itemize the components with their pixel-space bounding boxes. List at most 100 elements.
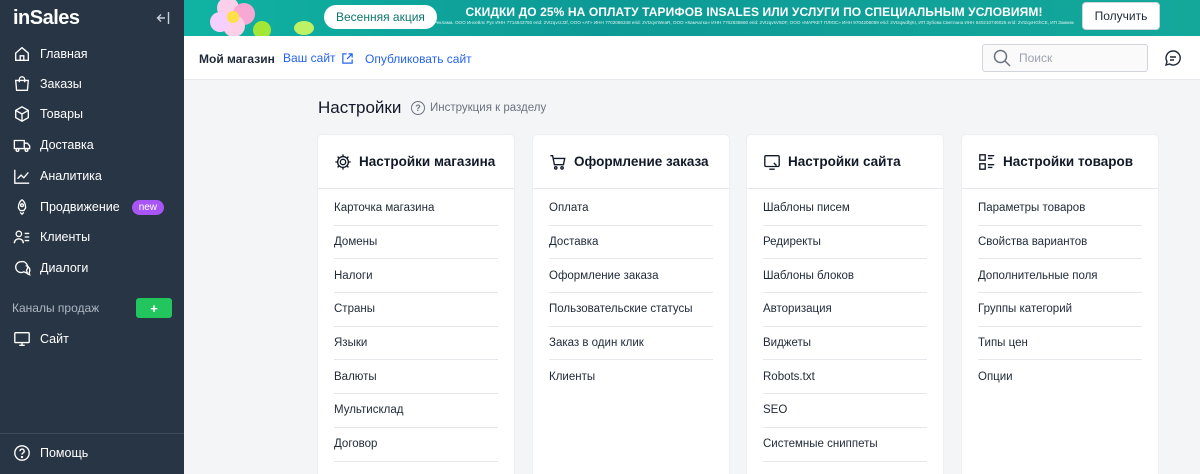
settings-link[interactable]: Мультисклад [334,394,498,428]
dialogs-icon [12,258,32,278]
top-bar: Мой магазин Ваш сайт Опубликовать сайт [184,36,1200,80]
card-title: Настройки товаров [1003,154,1134,169]
publish-site-link[interactable]: Опубликовать сайт [365,52,472,66]
sidebar-item-clients[interactable]: Клиенты [0,222,184,252]
page-title: Настройки [318,98,402,117]
analytics-chart-icon [12,166,32,186]
settings-link[interactable]: Виджеты [763,327,927,361]
sales-channels-label: Каналы продаж [12,301,100,315]
delivery-truck-icon [12,135,32,155]
site-monitor-icon [763,153,781,171]
instruction-label: Инструкция к разделу [430,102,547,114]
store-settings-card: Настройки магазина Карточка магазина Дом… [318,135,514,474]
sidebar: inSales Главная Заказы Товары Доставка А… [0,0,184,474]
settings-link[interactable]: Заказ в один клик [549,327,713,361]
settings-link[interactable]: Валюты [334,360,498,395]
search-input[interactable] [1019,51,1139,65]
orders-bag-icon [12,74,32,94]
chat-icon[interactable] [1164,49,1182,67]
sidebar-item-label: Заказы [40,77,82,91]
add-channel-button[interactable]: + [136,298,172,318]
sidebar-item-delivery[interactable]: Доставка [0,130,184,160]
new-badge: new [131,199,165,215]
sales-channels-header: Каналы продаж + [0,297,184,319]
settings-link[interactable]: Оплата [549,192,713,226]
banner-fine-print: Реклама. ООО Инсейлс Рус ИНН 7714843760 … [434,20,1074,25]
external-link-icon [341,52,353,64]
settings-link[interactable]: Карточка магазина [334,192,498,226]
search-icon [993,49,1011,67]
settings-link[interactable]: Страны [334,293,498,327]
sidebar-item-label: Главная [40,47,88,61]
settings-link[interactable]: Системные сниппеты [763,428,927,462]
your-site-label: Ваш сайт [283,51,336,65]
settings-link[interactable]: Авторизация [763,293,927,327]
settings-link[interactable]: Шаблоны блоков [763,259,927,294]
sidebar-item-label: Помощь [40,446,89,460]
card-header: Настройки сайта [747,135,943,189]
settings-link[interactable]: Оформление заказа [549,259,713,294]
flower-decoration-icon [210,0,271,36]
settings-link[interactable]: Параметры товаров [978,192,1142,226]
promo-banner[interactable]: Весенняя акция СКИДКИ ДО 25% НА ОПЛАТУ Т… [184,0,1200,36]
settings-link[interactable]: Доставка [549,226,713,260]
sidebar-item-home[interactable]: Главная [0,39,184,69]
products-box-icon [12,104,32,124]
sidebar-item-label: Клиенты [40,230,91,244]
get-offer-button[interactable]: Получить [1082,2,1160,30]
sidebar-item-site[interactable]: Сайт [0,324,184,354]
settings-link[interactable]: Группы категорий [978,293,1142,327]
collapse-sidebar-icon[interactable] [154,9,172,27]
card-title: Оформление заказа [574,154,709,169]
sidebar-item-products[interactable]: Товары [0,99,184,129]
monitor-icon [12,329,32,349]
sidebar-item-label: Сайт [40,332,69,346]
settings-link[interactable]: Типы цен [978,327,1142,361]
settings-link[interactable]: Редиректы [763,226,927,260]
settings-link[interactable]: Домены [334,226,498,260]
card-title: Настройки сайта [788,154,901,169]
sidebar-item-orders[interactable]: Заказы [0,69,184,99]
promotion-rocket-icon [12,197,32,217]
sidebar-header: inSales [0,0,184,36]
settings-link[interactable]: Дополнительные поля [978,259,1142,294]
your-site-link[interactable]: Ваш сайт [283,51,354,65]
shop-name[interactable]: Мой магазин [199,52,275,66]
sidebar-item-label: Доставка [40,138,94,152]
banner-title: СКИДКИ ДО 25% НА ОПЛАТУ ТАРИФОВ INSALES … [465,5,1043,19]
instruction-link[interactable]: ? Инструкция к разделу [411,101,546,115]
settings-link[interactable]: Пользовательские статусы [549,293,713,327]
logo[interactable]: inSales [13,7,80,30]
sidebar-item-analytics[interactable]: Аналитика [0,161,184,191]
leaf-decoration-icon [294,21,314,35]
sidebar-item-promotion[interactable]: Продвижение new [0,192,184,222]
sidebar-item-dialogs[interactable]: Диалоги [0,253,184,283]
settings-link[interactable]: Свойства вариантов [978,226,1142,260]
settings-link[interactable]: Клиенты [549,360,713,394]
settings-link[interactable]: Robots.txt [763,360,927,395]
sidebar-item-label: Аналитика [40,169,102,183]
sidebar-item-label: Товары [40,107,83,121]
question-icon: ? [411,101,425,115]
product-settings-card: Настройки товаров Параметры товаров Свой… [962,135,1158,474]
cart-icon [549,153,567,171]
help-icon [12,443,32,463]
card-header: Настройки магазина [318,135,514,189]
settings-link[interactable]: Опции [978,360,1142,394]
spring-promo-button[interactable]: Весенняя акция [324,5,437,29]
clients-icon [12,227,32,247]
settings-link[interactable]: Языки [334,327,498,361]
site-settings-card: Настройки сайта Шаблоны писем Редиректы … [747,135,943,474]
product-grid-icon [978,153,996,171]
settings-link[interactable]: Шаблоны писем [763,192,927,226]
card-title: Настройки магазина [359,154,496,169]
home-icon [12,44,32,64]
card-header: Оформление заказа [533,135,729,189]
sidebar-item-label: Продвижение [40,200,120,214]
settings-link[interactable]: Договор [334,428,498,462]
checkout-settings-card: Оформление заказа Оплата Доставка Оформл… [533,135,729,474]
settings-link[interactable]: Налоги [334,259,498,294]
settings-link[interactable]: SEO [763,394,927,428]
search-box[interactable] [982,44,1148,72]
sidebar-item-help[interactable]: Помощь [0,438,184,468]
